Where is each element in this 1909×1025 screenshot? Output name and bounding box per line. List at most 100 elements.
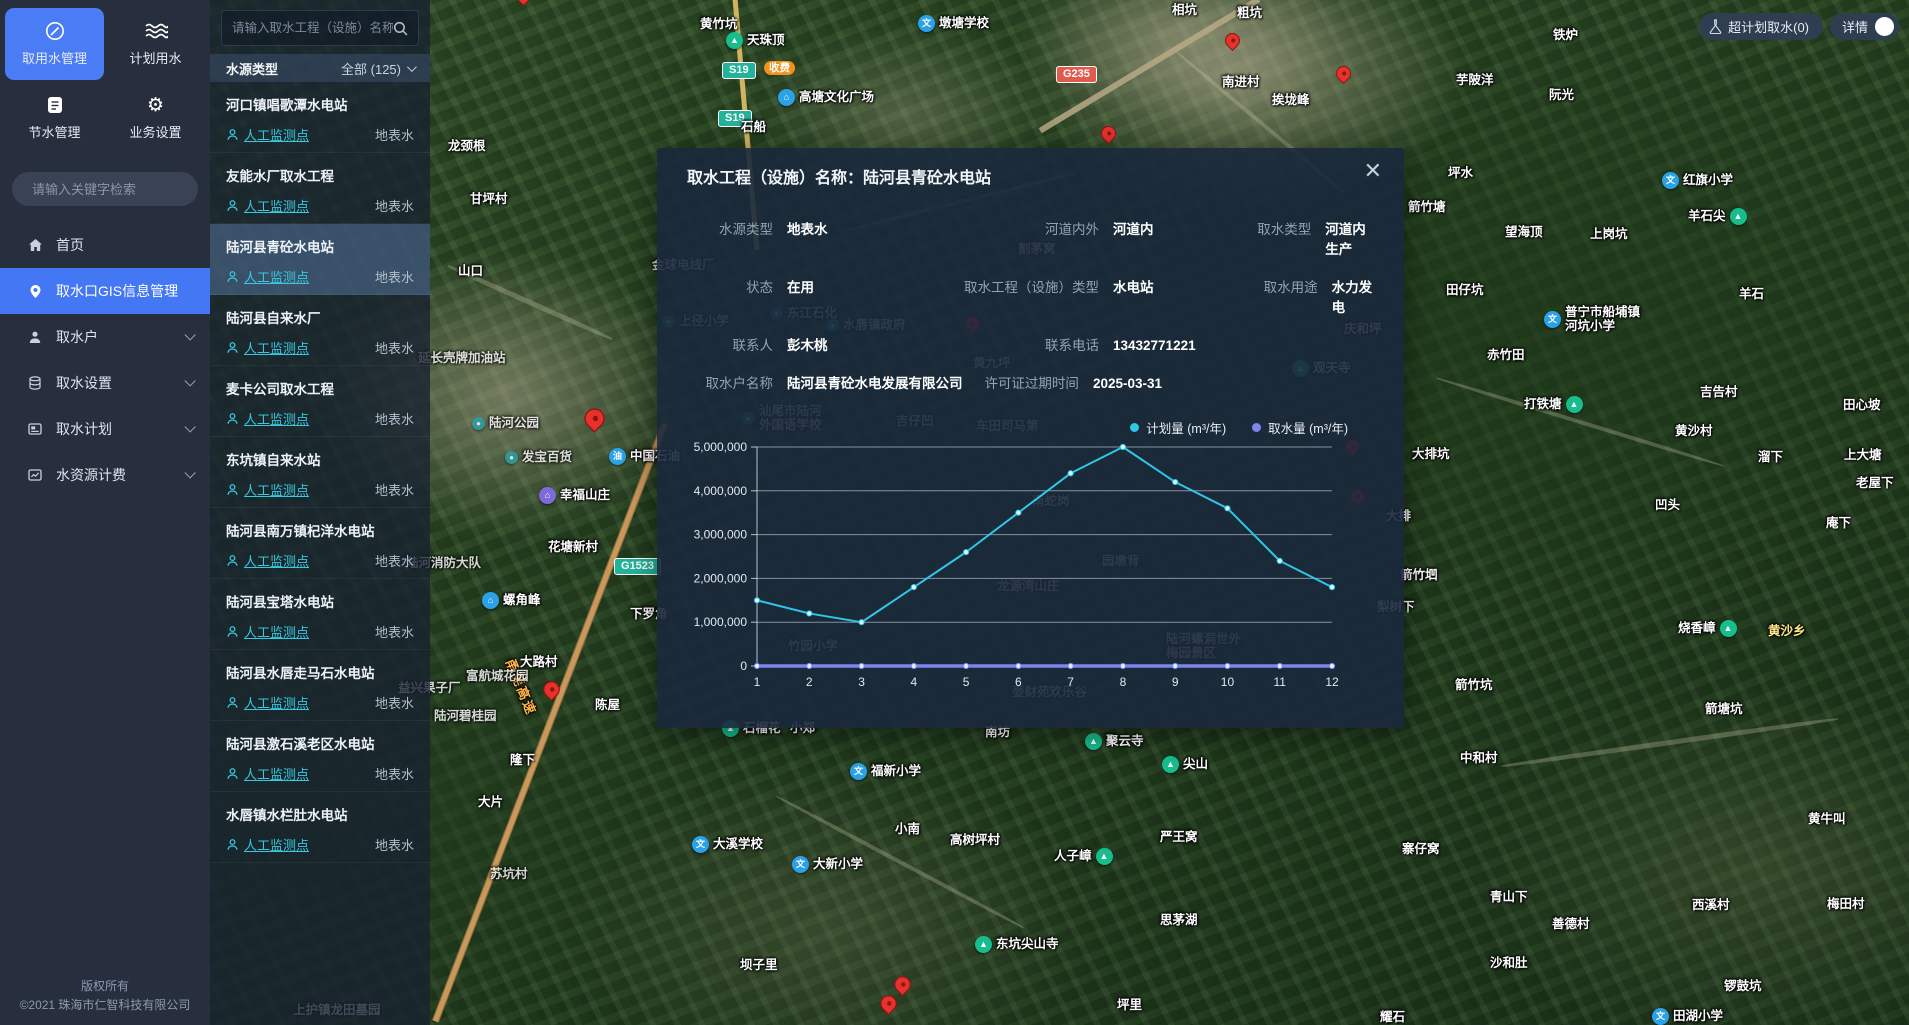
module-button-3[interactable]: 节水管理	[5, 82, 104, 154]
list-item-station[interactable]: 水唇镇水栏肚水电站人工监测点地表水	[210, 792, 430, 863]
list-item-station[interactable]: 友能水厂取水工程人工监测点地表水	[210, 153, 430, 224]
map-label: 思茅湖	[1160, 913, 1198, 927]
copyright-footer: 版权所有 ©2021 珠海市仁智科技有限公司	[0, 977, 210, 1015]
map-label: 锣鼓坑	[1724, 979, 1762, 993]
filter-value: 全部 (125)	[341, 59, 401, 78]
sidebar-item-label: 取水设置	[56, 373, 112, 393]
station-search	[221, 10, 419, 46]
sidebar-item-5[interactable]: 取水计划	[0, 406, 210, 452]
red-pin-marker[interactable]	[891, 973, 914, 996]
list-item-station[interactable]: 麦卡公司取水工程人工监测点地表水	[210, 366, 430, 437]
red-pin-marker[interactable]	[1098, 123, 1119, 144]
red-pin-marker[interactable]	[877, 992, 900, 1015]
map-label: 善德村	[1552, 917, 1590, 931]
manual-monitor-link[interactable]: 人工监测点	[226, 267, 309, 286]
sidebar-item-6[interactable]: 水资源计费	[0, 452, 210, 498]
list-item-station[interactable]: 陆河县青砼水电站人工监测点地表水	[210, 224, 430, 295]
map-label: 相坑	[1172, 3, 1197, 17]
manual-monitor-link[interactable]: 人工监测点	[226, 622, 309, 641]
list-item-station[interactable]: 陆河县南万镇杞洋水电站人工监测点地表水	[210, 508, 430, 579]
list-item-station[interactable]: 陆河县激石溪老区水电站人工监测点地表水	[210, 721, 430, 792]
manual-monitor-link[interactable]: 人工监测点	[226, 480, 309, 499]
map-label: G235	[1056, 66, 1097, 83]
search-icon[interactable]	[393, 21, 408, 36]
manual-monitor-link[interactable]: 人工监测点	[226, 551, 309, 570]
sidebar-item-label: 首页	[56, 235, 84, 255]
modal-field-row: 取水户名称陆河县青砼水电发展有限公司许可证过期时间2025-03-31	[687, 372, 1374, 392]
map-label: 陆河碧桂园	[434, 709, 497, 723]
list-item-station[interactable]: 陆河县宝塔水电站人工监测点地表水	[210, 579, 430, 650]
map-label: 庵下	[1826, 516, 1851, 530]
sidebar-item-2[interactable]: 取水口GIS信息管理	[0, 268, 210, 314]
chevron-down-icon	[184, 375, 195, 386]
map-label: 延长壳牌加油站	[418, 351, 506, 365]
field-value: 13432771221	[1113, 338, 1196, 353]
sidebar-item-label: 取水户	[56, 327, 98, 347]
module-button-2[interactable]: 计划用水	[106, 8, 205, 80]
manual-monitor-link[interactable]: 人工监测点	[226, 764, 309, 783]
map-label: 大片	[478, 795, 503, 809]
toggle-knob[interactable]	[1875, 17, 1894, 36]
red-pin-marker[interactable]	[580, 405, 609, 434]
monitor-label: 人工监测点	[244, 338, 309, 357]
list-item-station[interactable]: 河口镇唱歌潭水电站人工监测点地表水	[210, 82, 430, 153]
sidebar-item-4[interactable]: 取水设置	[0, 360, 210, 406]
red-pin-marker[interactable]	[1222, 30, 1243, 51]
red-pin-marker[interactable]	[513, 0, 534, 6]
manual-monitor-link[interactable]: 人工监测点	[226, 338, 309, 357]
module-button-1[interactable]: 取用水管理	[5, 8, 104, 80]
water-source-type: 地表水	[375, 693, 414, 712]
poi-building-icon: ⌂	[778, 89, 795, 106]
person-icon	[226, 838, 239, 851]
svg-text:5: 5	[963, 675, 970, 689]
svg-text:5,000,000: 5,000,000	[694, 440, 748, 454]
map-label: ▲天珠顶	[726, 32, 785, 49]
poi-building-icon: ⌂	[482, 592, 499, 609]
manual-monitor-link[interactable]: 人工监测点	[226, 835, 309, 854]
svg-text:11: 11	[1273, 675, 1286, 689]
list-item-station[interactable]: 陆河县水唇走马石水电站人工监测点地表水	[210, 650, 430, 721]
list-item-station[interactable]: 东坑镇自来水站人工监测点地表水	[210, 437, 430, 508]
filter-dropdown[interactable]: 全部 (125)	[341, 59, 414, 78]
field-label: 水源类型	[687, 218, 773, 238]
field-value: 陆河县青砼水电发展有限公司	[787, 372, 963, 392]
mountain-icon: ▲	[726, 32, 743, 49]
close-icon[interactable]: ✕	[1364, 160, 1382, 182]
map-label: 箭竹坑	[1455, 678, 1493, 692]
red-pin-marker[interactable]	[1333, 63, 1354, 84]
field-pair: 水源类型地表水	[687, 218, 933, 238]
map-label: 箭竹塘	[1408, 200, 1446, 214]
sidebar-item-3[interactable]: 取水户	[0, 314, 210, 360]
manual-monitor-link[interactable]: 人工监测点	[226, 125, 309, 144]
manual-monitor-link[interactable]: 人工监测点	[226, 409, 309, 428]
modal-field-row: 状态在用取水工程（设施）类型水电站取水用途水力发电	[687, 276, 1374, 316]
toll-badge: 收费	[764, 61, 795, 75]
module-button-4[interactable]: ⚙业务设置	[106, 82, 205, 154]
manual-monitor-link[interactable]: 人工监测点	[226, 196, 309, 215]
mountain-icon: ▲	[1720, 620, 1737, 637]
map-label: 梅田村	[1827, 897, 1865, 911]
station-search-input[interactable]	[232, 21, 393, 35]
detail-toggle[interactable]: 详情	[1830, 13, 1899, 40]
app-root: 黄竹坑▲天珠顶文墩塘学校相坑粗坑南进村挨垅峰芋陂洋阮光铁炉S19S19收费G23…	[0, 0, 1909, 1025]
sidebar-item-1[interactable]: 首页	[0, 222, 210, 268]
sidebar-search-input[interactable]	[32, 182, 208, 197]
card-icon	[26, 423, 44, 435]
over-plan-intake-button[interactable]: 超计划取水(0)	[1699, 13, 1823, 40]
field-label: 许可证过期时间	[984, 372, 1079, 392]
svg-text:8: 8	[1120, 675, 1127, 689]
gear-icon: ⚙	[147, 95, 164, 115]
person-icon	[226, 483, 239, 496]
legend-item[interactable]: 计划量 (m³/年)	[1130, 418, 1226, 437]
list-item-station[interactable]: 陆河县自来水厂人工监测点地表水	[210, 295, 430, 366]
mountain-icon: ▲	[1085, 733, 1102, 750]
map-label: G1523	[614, 558, 661, 575]
flask-icon	[1709, 19, 1722, 34]
map-label: ▲东坑尖山寺	[975, 936, 1059, 953]
person-icon	[226, 696, 239, 709]
map-label: 上岗坑	[1590, 227, 1628, 241]
legend-item[interactable]: 取水量 (m³/年)	[1252, 418, 1348, 437]
manual-monitor-link[interactable]: 人工监测点	[226, 693, 309, 712]
mountain-icon: ▲	[1162, 756, 1179, 773]
chart-legend: 计划量 (m³/年) 取水量 (m³/年)	[1130, 418, 1348, 437]
